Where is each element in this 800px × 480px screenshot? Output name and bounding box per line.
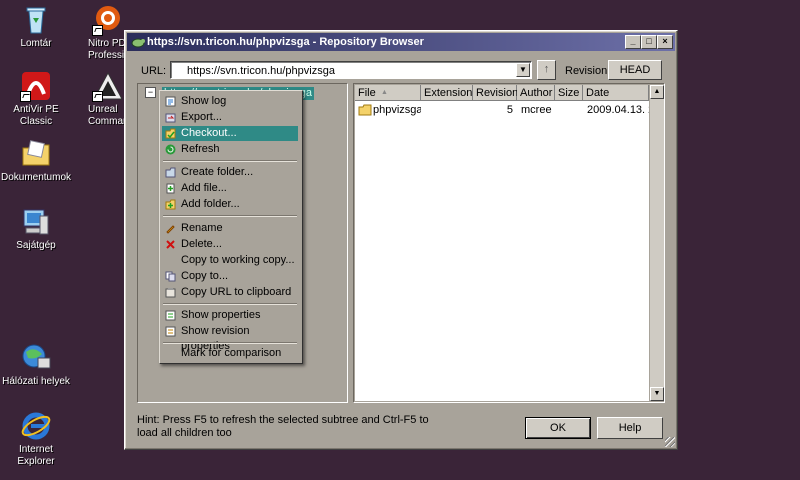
menu-item-mark-for-comparison[interactable]: Mark for comparison (162, 346, 298, 361)
cell-author: mcree (521, 104, 552, 116)
revision-button[interactable]: HEAD (608, 60, 662, 80)
internet-explorer-icon (20, 410, 52, 442)
help-button[interactable]: Help (597, 417, 663, 439)
add-folder-icon (165, 199, 176, 210)
menu-item-export[interactable]: Export... (162, 110, 298, 125)
close-button[interactable]: × (657, 35, 673, 49)
minimize-button[interactable]: _ (625, 35, 641, 49)
refresh-icon (165, 144, 176, 155)
create-folder-icon (165, 167, 176, 178)
menu-separator (163, 160, 297, 162)
file-list[interactable]: File ▲ Extension Revision Author Size Da… (355, 85, 649, 401)
shortcut-arrow-icon (92, 25, 103, 36)
menu-separator (163, 215, 297, 217)
desktop-icon-internet-explorer[interactable]: Internet Explorer (0, 410, 76, 468)
documents-folder-icon (20, 138, 52, 170)
scroll-down-button[interactable]: ▼ (650, 387, 664, 401)
url-value: https://svn.tricon.hu/phpvizsga (187, 65, 335, 77)
checkout-icon (165, 128, 176, 139)
ok-button[interactable]: OK (525, 417, 591, 439)
properties-icon (165, 310, 176, 321)
my-computer-icon (20, 206, 52, 238)
url-label: URL: (141, 65, 167, 77)
rename-pencil-icon (165, 223, 176, 234)
export-icon (165, 112, 176, 123)
resize-grip-icon[interactable] (665, 437, 675, 447)
folder-icon (358, 104, 372, 119)
menu-item-show-properties[interactable]: Show properties (162, 308, 298, 323)
cell-file: phpvizsga (373, 104, 421, 116)
revision-properties-icon (165, 326, 176, 337)
desktop-icon-label: AntiVir PE Classic (13, 104, 59, 127)
desktop-icon-label: Hálózati helyek (2, 376, 70, 387)
file-list-panel: File ▲ Extension Revision Author Size Da… (353, 83, 665, 403)
go-up-button[interactable]: ↑ (537, 60, 556, 80)
menu-item-copy-url[interactable]: Copy URL to clipboard (162, 285, 298, 300)
table-row[interactable]: phpvizsga 5 mcree 2009.04.13. 22:1: (355, 85, 649, 119)
up-arrow-icon: ↑ (543, 63, 550, 75)
cell-date: 2009.04.13. 22:1: (587, 104, 649, 116)
desktop-icon-label: Lomtár (20, 38, 52, 49)
desktop-icon-documents[interactable]: Dokumentumok (0, 138, 76, 184)
menu-separator (163, 342, 297, 344)
menu-item-create-folder[interactable]: Create folder... (162, 165, 298, 180)
menu-item-refresh[interactable]: Refresh (162, 142, 298, 157)
copy-to-icon (165, 271, 176, 282)
chevron-down-icon[interactable]: ▼ (516, 63, 530, 77)
menu-item-checkout[interactable]: Checkout... (162, 126, 298, 141)
clipboard-icon (165, 287, 176, 298)
revision-label: Revision: (565, 65, 611, 77)
log-icon (165, 96, 176, 107)
add-file-icon (165, 183, 176, 194)
desktop-icon-label: Internet Explorer (17, 444, 55, 467)
menu-item-add-file[interactable]: Add file... (162, 181, 298, 196)
menu-item-delete[interactable]: Delete... (162, 237, 298, 252)
antivir-umbrella-icon (20, 70, 52, 102)
maximize-button[interactable]: □ (641, 35, 657, 49)
desktop-icon-label: Dokumentumok (0, 172, 72, 183)
scroll-up-button[interactable]: ▲ (650, 85, 664, 99)
menu-separator (163, 303, 297, 305)
menu-item-show-log[interactable]: Show log (162, 94, 298, 109)
desktop-icon-recycle-bin[interactable]: Lomtár (0, 4, 76, 50)
url-combobox[interactable]: https://svn.tricon.hu/phpvizsga ▼ (170, 61, 532, 79)
unreal-commander-icon (92, 70, 124, 102)
context-menu: Show log Export... Checkout... Refresh C… (159, 90, 303, 364)
window-title: https://svn.tricon.hu/phpvizsga - Reposi… (147, 36, 424, 48)
desktop-icon-label: Sajátgép (16, 240, 56, 251)
hint-text: Hint: Press F5 to refresh the selected s… (137, 414, 429, 439)
recycle-bin-icon (20, 4, 52, 36)
menu-item-copy-to[interactable]: Copy to... (162, 269, 298, 284)
menu-item-copy-to-working-copy[interactable]: Copy to working copy... (162, 253, 298, 268)
nitro-pdf-icon (92, 4, 124, 36)
desktop-icon-my-computer[interactable]: Sajátgép (0, 206, 76, 252)
desktop-icon-network-places[interactable]: Hálózati helyek (0, 342, 76, 388)
delete-x-icon (165, 239, 176, 250)
network-places-icon (20, 342, 52, 374)
menu-item-rename[interactable]: Rename (162, 221, 298, 236)
shortcut-arrow-icon (20, 91, 31, 102)
cell-revision: 5 (506, 104, 513, 116)
tree-expander-icon[interactable]: − (145, 87, 156, 98)
title-bar[interactable]: https://svn.tricon.hu/phpvizsga - Reposi… (127, 33, 675, 51)
menu-item-show-revision-properties[interactable]: Show revision properties (162, 324, 298, 352)
menu-item-add-folder[interactable]: Add folder... (162, 197, 298, 212)
shortcut-arrow-icon (92, 91, 103, 102)
tortoise-icon (131, 36, 145, 48)
vertical-scrollbar[interactable]: ▲ ▼ (650, 85, 664, 401)
desktop-icon-antivir[interactable]: AntiVir PE Classic (0, 70, 76, 128)
